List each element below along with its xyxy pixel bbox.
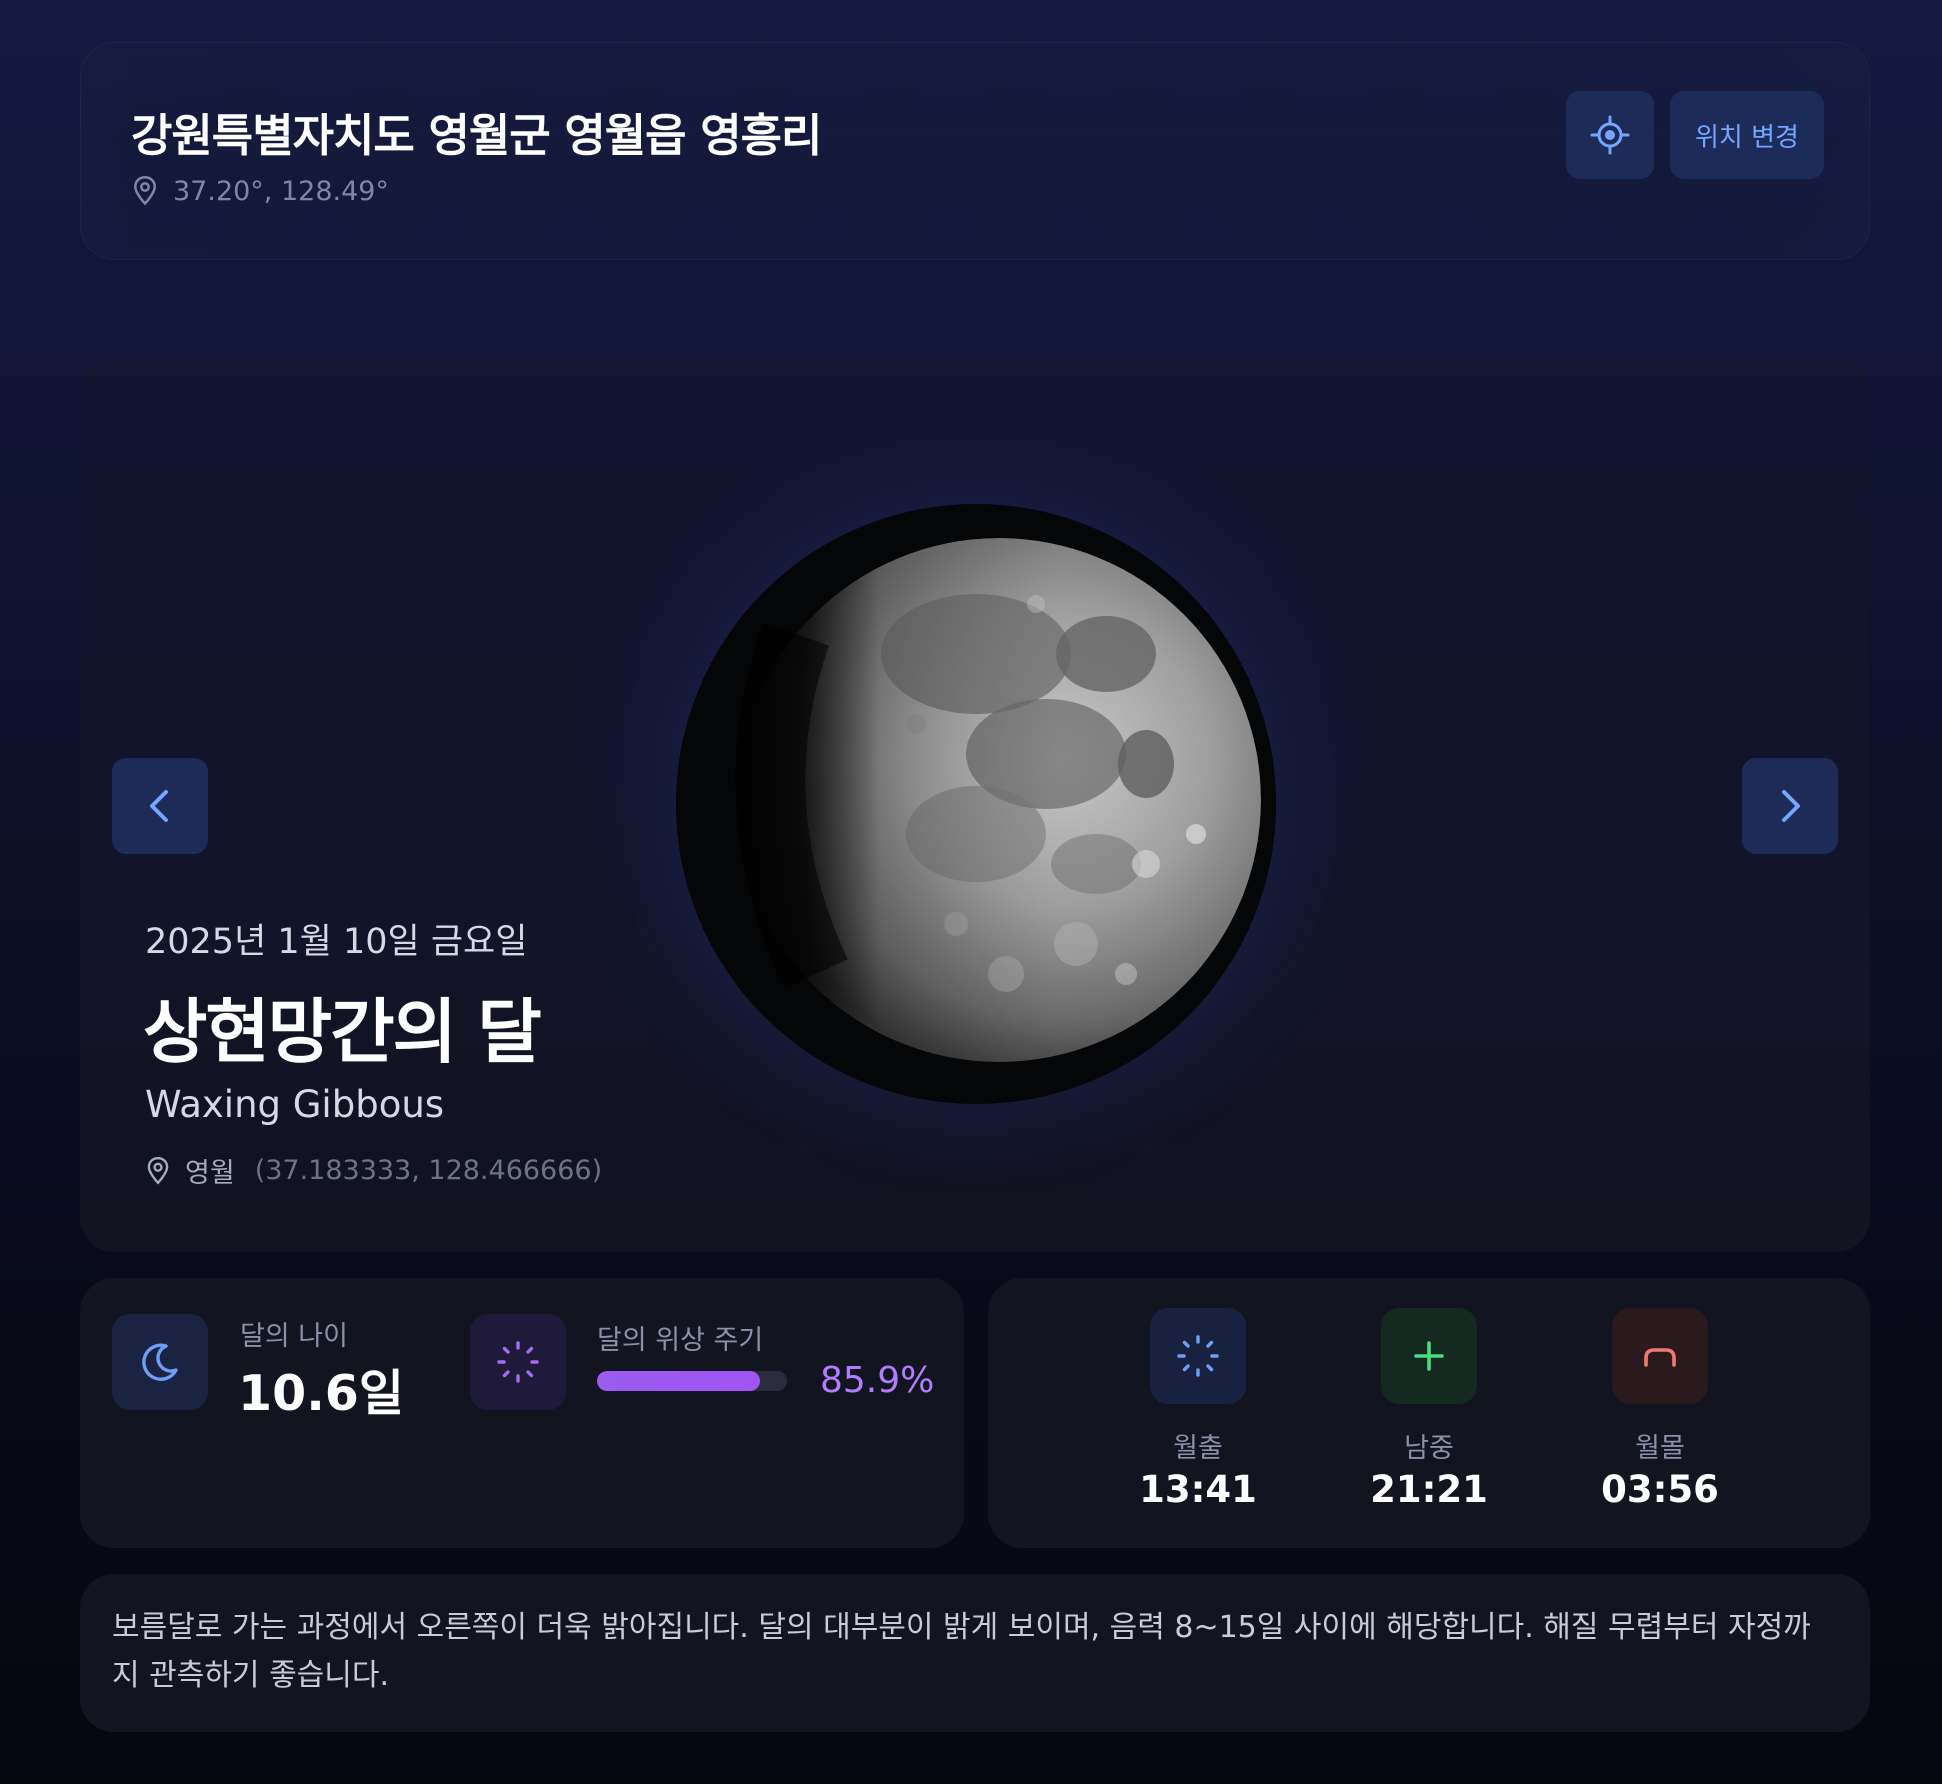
transit-icon-box: [1381, 1308, 1477, 1404]
sunrise-icon: [1177, 1335, 1219, 1377]
phase-description: 보름달로 가는 과정에서 오른쪽이 더욱 밝아집니다. 달의 대부분이 밝게 보…: [112, 1610, 1811, 1693]
change-location-button[interactable]: 위치 변경: [1670, 91, 1824, 179]
place-name: 영월: [185, 1158, 235, 1189]
plus-icon: [1414, 1341, 1444, 1371]
moon-phase-hero: 2025년 1월 10일 금요일 상현망간의 달 Waxing Gibbous …: [80, 358, 1870, 1252]
chevron-right-icon: [1782, 790, 1800, 822]
moon-image: [676, 504, 1276, 1104]
moonset-icon-box: [1612, 1308, 1708, 1404]
arc-down-icon: [1644, 1348, 1676, 1367]
moon-age-value: 10.6일: [238, 1365, 404, 1422]
location-header: 강원특별자치도 영월군 영월읍 영흥리 37.20°, 128.49° 위치 변…: [80, 42, 1870, 260]
chevron-left-icon: [150, 790, 168, 822]
phase-cycle-progress: [597, 1371, 787, 1391]
observation-location: 영월 (37.183333, 128.466666): [145, 1151, 602, 1190]
crosshair-icon: [1590, 115, 1630, 155]
selected-date: 2025년 1월 10일 금요일: [145, 922, 528, 962]
moonrise-label: 월출: [1173, 1433, 1223, 1464]
map-pin-icon: [147, 1156, 169, 1185]
loader-icon: [497, 1341, 539, 1383]
current-location-button[interactable]: [1566, 91, 1654, 179]
transit-item: 남중 21:21: [1329, 1308, 1529, 1528]
moon-times-panel: 월출 13:41 남중 21:21 월몰 03:56: [988, 1278, 1870, 1548]
moonset-item: 월몰 03:56: [1560, 1308, 1760, 1528]
place-coordinates: (37.183333, 128.466666): [254, 1155, 603, 1186]
transit-time: 21:21: [1370, 1468, 1488, 1511]
moon-age-icon-box: [112, 1314, 208, 1410]
moonrise-item: 월출 13:41: [1098, 1308, 1298, 1528]
coordinates-text: 37.20°, 128.49°: [173, 175, 389, 207]
moonset-time: 03:56: [1601, 1468, 1719, 1511]
moonset-label: 월몰: [1635, 1433, 1685, 1464]
phase-cycle-label: 달의 위상 주기: [597, 1325, 764, 1356]
crescent-moon-icon: [142, 1343, 178, 1381]
phase-description-card: 보름달로 가는 과정에서 오른쪽이 더욱 밝아집니다. 달의 대부분이 밝게 보…: [80, 1574, 1870, 1732]
phase-cycle-progress-fill: [597, 1371, 761, 1391]
next-day-button[interactable]: [1742, 758, 1838, 854]
map-pin-icon: [134, 176, 156, 206]
moon-age-label: 달의 나이: [240, 1321, 348, 1352]
location-title: 강원특별자치도 영월군 영월읍 영흥리: [131, 109, 822, 162]
previous-day-button[interactable]: [112, 758, 208, 854]
phase-cycle-icon-box: [470, 1314, 566, 1410]
moonrise-time: 13:41: [1139, 1468, 1257, 1511]
moonrise-icon-box: [1150, 1308, 1246, 1404]
phase-name-english: Waxing Gibbous: [145, 1083, 445, 1126]
moon-age-panel: 달의 나이 10.6일 달의 위상 주기 85.9%: [80, 1278, 964, 1548]
phase-cycle-value: 85.9%: [820, 1360, 935, 1401]
location-coordinates: 37.20°, 128.49°: [131, 175, 389, 207]
moon-illustration: [676, 504, 1276, 1104]
transit-label: 남중: [1404, 1433, 1454, 1464]
phase-name-korean: 상현망간의 달: [143, 991, 542, 1073]
